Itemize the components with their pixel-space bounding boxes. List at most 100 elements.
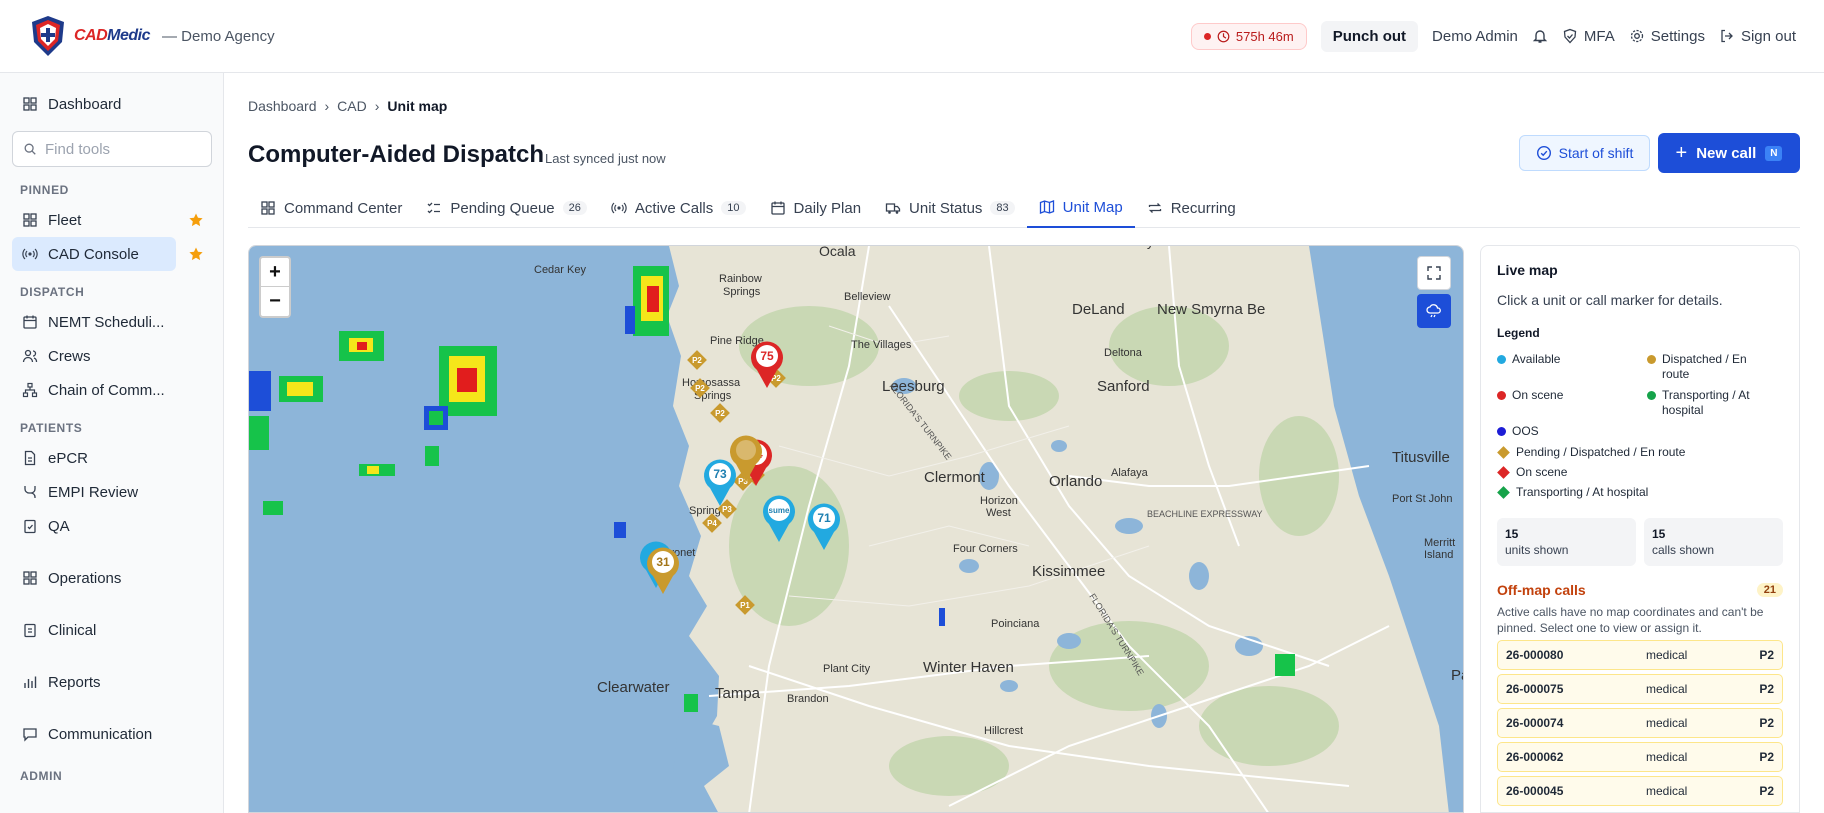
svg-text:DeLand: DeLand <box>1072 301 1125 318</box>
call-type: medical <box>1646 716 1688 730</box>
sidebar-item-operations[interactable]: Operations <box>12 561 211 595</box>
tab-recurring[interactable]: Recurring <box>1135 188 1248 228</box>
new-call-label: New call <box>1696 144 1757 162</box>
sidebar-item-fleet[interactable]: Fleet <box>12 203 211 237</box>
sidebar-item-cad-console[interactable]: CAD Console <box>12 237 203 271</box>
tab-command-center[interactable]: Command Center <box>248 188 414 228</box>
tab-pending-queue[interactable]: Pending Queue 26 <box>414 188 599 228</box>
call-priority: P2 <box>1759 750 1774 764</box>
sidebar-item-reports[interactable]: Reports <box>12 665 211 699</box>
sidebar-item-qa[interactable]: QA <box>12 509 211 543</box>
legend-call-transporting: Transporting / At hospital <box>1497 485 1783 500</box>
tab-daily-plan[interactable]: Daily Plan <box>758 188 874 228</box>
units-label: units shown <box>1505 543 1569 557</box>
tab-unit-map[interactable]: Unit Map <box>1026 188 1135 228</box>
svg-text:Cedar Key: Cedar Key <box>534 264 586 276</box>
tab-unit-status[interactable]: Unit Status 83 <box>873 188 1027 228</box>
sign-out-link[interactable]: Sign out <box>1719 28 1796 45</box>
offmap-call-row[interactable]: 26-000045 medical P2 <box>1497 776 1783 806</box>
legend-label: On scene <box>1516 465 1568 479</box>
offmap-call-row[interactable]: 26-000080 medical P2 <box>1497 640 1783 670</box>
tab-label: Recurring <box>1170 199 1236 217</box>
offmap-count-badge: 21 <box>1756 583 1783 597</box>
settings-link[interactable]: Settings <box>1629 28 1705 45</box>
cad-tabs: Command Center Pending Queue 26 Active C… <box>248 188 1800 228</box>
page-title: Computer-Aided Dispatch <box>248 141 545 168</box>
clipboard-icon <box>24 623 36 638</box>
sidebar-item-chain-of-command[interactable]: Chain of Comm... <box>12 373 211 407</box>
calls-shown-stat: 15 calls shown <box>1644 518 1783 566</box>
start-of-shift-button[interactable]: Start of shift <box>1519 135 1650 171</box>
svg-text:P2: P2 <box>715 409 725 418</box>
merge-icon <box>24 486 36 498</box>
shift-timer[interactable]: 575h 46m <box>1190 22 1307 50</box>
shortcut-badge: N <box>1765 145 1783 161</box>
legend-title: Legend <box>1497 326 1540 340</box>
svg-text:Pa: Pa <box>1451 667 1464 684</box>
calls-label: calls shown <box>1652 543 1715 557</box>
svg-text:P2: P2 <box>695 384 705 393</box>
tab-label: Pending Queue <box>450 199 555 217</box>
repeat-icon <box>1148 203 1161 213</box>
section-patients: PATIENTS <box>20 421 83 435</box>
legend-label: Transporting / At hospital <box>1662 388 1750 417</box>
new-call-button[interactable]: + New call N <box>1658 133 1800 173</box>
svg-text:Brandon: Brandon <box>787 693 829 705</box>
search-placeholder: Find tools <box>45 140 111 158</box>
sidebar-item-communication[interactable]: Communication <box>12 717 211 751</box>
call-id: 26-000080 <box>1506 648 1564 662</box>
panel-hint: Click a unit or call marker for details. <box>1497 292 1723 308</box>
grid-icon <box>23 97 37 111</box>
user-menu[interactable]: Demo Admin <box>1432 28 1518 45</box>
timer-value: 575h 46m <box>1235 28 1294 44</box>
sidebar: Dashboard Find tools PINNED Fleet CAD Co… <box>0 73 224 813</box>
sidebar-item-label: Chain of Comm... <box>48 381 165 399</box>
breadcrumb-dashboard[interactable]: Dashboard <box>248 98 317 114</box>
punch-out-button[interactable]: Punch out <box>1320 20 1419 52</box>
zoom-out-button[interactable]: − <box>261 287 289 316</box>
tab-active-calls[interactable]: Active Calls 10 <box>599 188 758 228</box>
svg-text:75: 75 <box>760 349 774 363</box>
unit-map[interactable]: Ocala Cedar Key Rainbow Springs Bellevie… <box>248 245 1464 813</box>
svg-text:Pine Ridge: Pine Ridge <box>710 335 764 347</box>
zoom-in-button[interactable]: + <box>261 258 289 287</box>
breadcrumb-current: Unit map <box>387 98 448 114</box>
map-canvas[interactable]: Ocala Cedar Key Rainbow Springs Bellevie… <box>249 246 1464 813</box>
logo[interactable]: CADMedic <box>28 14 151 58</box>
sidebar-item-epcr[interactable]: ePCR <box>12 441 211 475</box>
shield-logo-icon <box>32 16 64 56</box>
svg-text:P3: P3 <box>722 505 732 514</box>
legend-label: Available <box>1512 352 1561 366</box>
offmap-call-row[interactable]: 26-000074 medical P2 <box>1497 708 1783 738</box>
sidebar-item-label: Reports <box>48 673 101 691</box>
sidebar-item-dashboard[interactable]: Dashboard <box>12 87 211 121</box>
svg-text:Poinciana: Poinciana <box>991 618 1040 630</box>
offmap-call-list: 26-000080 medical P2 26-000075 medical P2 26… <box>1497 640 1783 806</box>
legend-dot-icon <box>1497 355 1506 364</box>
breadcrumb-cad[interactable]: CAD <box>337 98 367 114</box>
tool-search-input[interactable]: Find tools <box>12 131 212 167</box>
legend-transporting: Transporting / At hospital <box>1647 388 1777 418</box>
sidebar-item-empi[interactable]: EMPI Review <box>12 475 211 509</box>
bell-icon[interactable] <box>1532 28 1548 44</box>
svg-text:Plant City: Plant City <box>823 663 871 675</box>
main-content: Dashboard › CAD › Unit map Computer-Aide… <box>248 73 1800 813</box>
mfa-link[interactable]: MFA <box>1562 28 1615 45</box>
agency-name: — Demo Agency <box>162 27 275 45</box>
offmap-call-row[interactable]: 26-000075 medical P2 <box>1497 674 1783 704</box>
sync-status: Last synced just now <box>545 151 666 166</box>
call-type: medical <box>1646 682 1688 696</box>
star-icon[interactable] <box>188 212 204 228</box>
sidebar-item-clinical[interactable]: Clinical <box>12 613 211 647</box>
plus-icon: + <box>1675 142 1688 164</box>
sidebar-item-crews[interactable]: Crews <box>12 339 211 373</box>
star-icon[interactable] <box>188 246 204 262</box>
sidebar-item-label: ePCR <box>48 449 89 467</box>
zoom-control: + − <box>259 256 291 318</box>
fullscreen-button[interactable] <box>1417 256 1451 290</box>
tab-label: Unit Status <box>909 199 983 217</box>
sidebar-item-nemt[interactable]: NEMT Scheduli... <box>12 305 211 339</box>
offmap-call-row[interactable]: 26-000062 medical P2 <box>1497 742 1783 772</box>
weather-radar-toggle[interactable] <box>1417 294 1451 328</box>
legend-dispatched: Dispatched / En route <box>1647 352 1777 382</box>
